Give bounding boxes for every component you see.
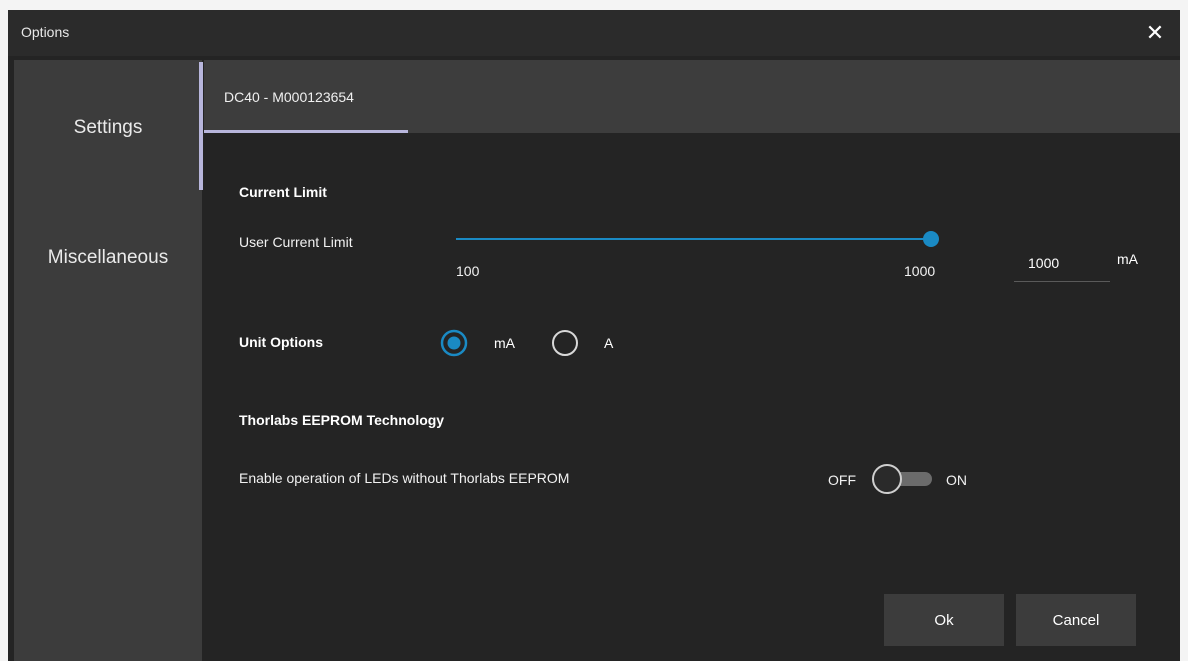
sidebar-item-miscellaneous[interactable]: Miscellaneous: [14, 247, 202, 269]
slider-min-label: 100: [456, 263, 480, 279]
radio-a[interactable]: [550, 328, 580, 358]
title-bar: Options ✕: [8, 10, 1180, 56]
close-icon: ✕: [1145, 20, 1165, 45]
user-current-limit-label: User Current Limit: [239, 234, 353, 250]
radio-unselected-icon: [552, 330, 578, 356]
options-dialog: Options ✕ Settings Miscellaneous DC40 - …: [8, 10, 1180, 661]
cancel-button[interactable]: Cancel: [1016, 594, 1136, 646]
current-limit-input[interactable]: [1014, 244, 1110, 282]
toggle-off-label: OFF: [828, 472, 856, 488]
unit-options-label: Unit Options: [239, 334, 323, 350]
sidebar-selection-indicator: [199, 62, 203, 190]
sidebar: Settings Miscellaneous: [14, 60, 202, 661]
radio-ma-label[interactable]: mA: [494, 335, 515, 351]
ok-button[interactable]: Ok: [884, 594, 1004, 646]
eeprom-description: Enable operation of LEDs without Thorlab…: [239, 470, 570, 486]
toggle-on-label: ON: [946, 472, 967, 488]
radio-selected-icon: [440, 329, 468, 357]
current-limit-heading: Current Limit: [239, 184, 327, 200]
close-button[interactable]: ✕: [1140, 18, 1170, 48]
sidebar-item-settings[interactable]: Settings: [14, 117, 202, 139]
tab-label: DC40 - M000123654: [224, 89, 354, 105]
tab-active-underline: [204, 130, 408, 133]
radio-ma[interactable]: [439, 328, 469, 358]
radio-a-label[interactable]: A: [604, 335, 613, 351]
slider-max-label: 1000: [904, 263, 936, 279]
current-limit-unit: mA: [1117, 251, 1138, 267]
current-limit-slider-track[interactable]: [456, 238, 932, 240]
window-title: Options: [21, 24, 70, 40]
tab-device[interactable]: DC40 - M000123654: [204, 60, 408, 133]
eeprom-heading: Thorlabs EEPROM Technology: [239, 412, 445, 428]
current-limit-slider-thumb[interactable]: [923, 231, 939, 247]
toggle-switch-icon: [872, 464, 932, 494]
eeprom-toggle[interactable]: [870, 462, 936, 501]
device-tab-bar: DC40 - M000123654: [204, 60, 1180, 133]
settings-panel: DC40 - M000123654 Current Limit User Cur…: [204, 60, 1180, 661]
